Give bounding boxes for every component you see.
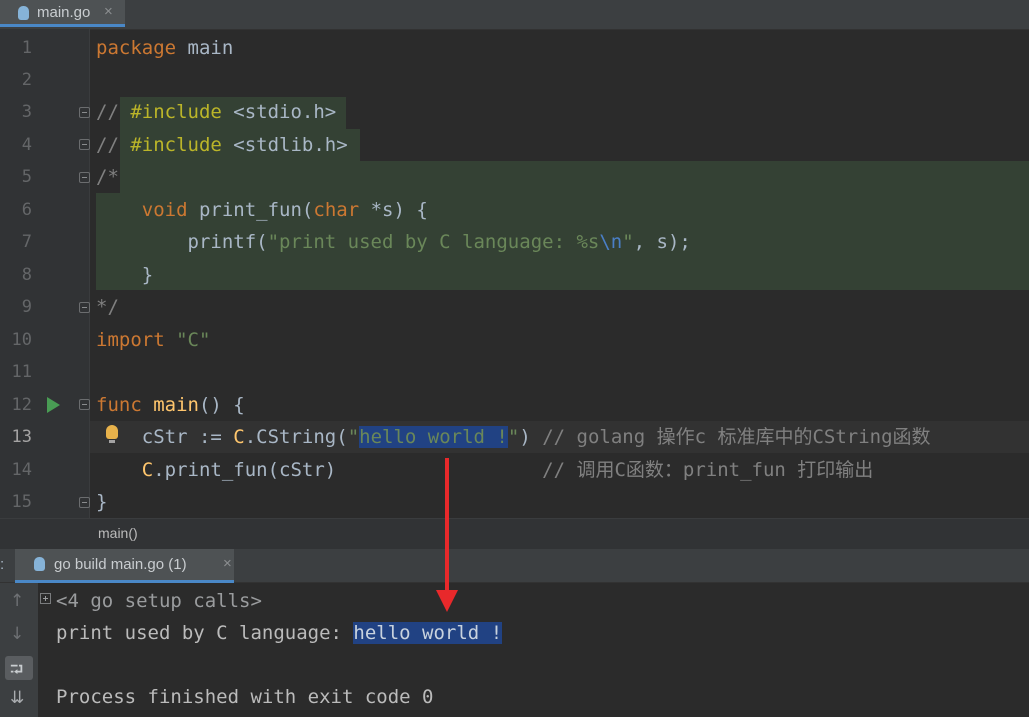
code-line-3: // #include <stdio.h> [96,96,336,128]
code-text: <stdlib.h> [221,134,348,156]
run-tab-label: go build main.go (1) [54,556,187,573]
code-line-7: printf("print used by C language: %s\n",… [96,226,691,258]
line-number: 6 [21,200,32,220]
soft-wrap-icon[interactable]: ⮒ [10,657,23,686]
console-text: print used by C language: [56,622,354,644]
breadcrumb-item-main[interactable]: main() [98,525,138,541]
code-text: .CString( [244,426,348,448]
string-literal: "print used by C language: %s [267,231,600,253]
tab-label: main.go [37,4,91,21]
line-number: 9 [21,297,32,317]
preprocessor-directive: #include [130,101,222,123]
code-text: cStr := [96,426,234,448]
line-number: 2 [21,70,32,90]
tab-go-build[interactable]: go build main.go (1) × [15,549,234,583]
comment-slashes: // [96,101,131,123]
code-line-14: C.print_fun(cStr) // 调用C函数：print_fun 打印输… [96,454,874,486]
code-text: ) [519,426,531,448]
code-line-9: */ [96,296,119,318]
gopher-run-icon [34,557,45,571]
breadcrumb: main() [0,518,1029,549]
scroll-to-end-icon[interactable]: ⇊ [10,688,24,708]
line-number: 14 [11,460,32,480]
tab-main-go[interactable]: main.go × [0,0,125,27]
line-number: 4 [21,135,32,155]
console-exit-line: Process finished with exit code 0 [56,686,434,708]
down-arrow-icon[interactable]: ↓ [10,624,24,644]
code-text: *s) { [359,199,428,221]
console-setup-calls[interactable]: <4 go setup calls> [56,585,262,617]
selected-string[interactable]: hello world ! [359,426,508,448]
line-number: 7 [21,232,32,252]
keyword: import [96,329,165,351]
line-number: 8 [21,265,32,285]
close-icon[interactable]: × [104,3,113,20]
string-literal: "C" [164,329,211,351]
comment-slashes: // [96,134,131,156]
annotation-arrow-shaft [445,458,449,594]
line-number: 1 [21,38,32,58]
line-number: 5 [21,167,32,187]
code-line-10: import "C" [96,324,210,356]
annotation-arrow-head [436,590,458,612]
code-text: () { [198,394,245,416]
editor-tab-bar [0,0,1029,30]
code-line-1: package main [96,32,233,64]
fold-marker-icon[interactable] [79,399,90,410]
comment-band-line-5 [120,161,1029,193]
preprocessor-directive: #include [130,134,222,156]
function-name: main [141,394,199,416]
fold-marker-icon[interactable] [79,302,90,313]
keyword: package [96,37,177,59]
code-line-15: } [96,491,108,513]
escape-sequence: \n [599,231,623,253]
line-number: 12 [11,395,32,415]
code-line-5: /* [96,166,119,188]
close-icon[interactable]: × [223,555,232,572]
code-text: print_fun( [187,199,314,221]
line-comment: // 调用C函数：print_fun 打印输出 [336,459,874,481]
code-line-12: func main() { [96,389,245,421]
console-selected-text[interactable]: hello world ! [353,622,503,644]
code-line-13[interactable]: cStr := C.CString("hello world !") // go… [96,421,931,453]
up-arrow-icon[interactable]: ↑ [10,591,24,611]
fold-marker-icon[interactable] [79,497,90,508]
code-line-8: } [96,264,154,286]
line-number: 15 [11,492,32,512]
string-literal: " [622,231,634,253]
console-line-output: print used by C language: hello world ! [56,617,503,649]
fold-marker-icon[interactable] [79,107,90,118]
run-window-prefix: : [0,556,5,573]
run-tool-window-header: : go build main.go (1) × [0,549,1029,583]
expand-plus-icon[interactable] [40,593,51,604]
code-text: .print_fun(cStr) [153,459,337,481]
code-text: <stdio.h> [221,101,337,123]
fold-marker-icon[interactable] [79,172,90,183]
line-number: 3 [21,102,32,122]
fold-marker-icon[interactable] [79,139,90,150]
run-play-icon[interactable] [47,397,60,413]
keyword: char [313,199,360,221]
c-package: C [96,459,154,481]
code-line-4: // #include <stdlib.h> [96,129,348,161]
c-package: C [233,426,245,448]
keyword: func [96,394,142,416]
gopher-file-icon [18,6,29,20]
code-text: printf( [96,231,268,253]
line-number: 11 [11,362,32,382]
string-quote: " [507,426,520,448]
keyword: void [141,199,188,221]
line-comment: // golang 操作c 标准库中的CString函数 [530,426,931,448]
code-text: main [176,37,234,59]
code-line-6: void print_fun(char *s) { [96,194,428,226]
line-number-current: 13 [11,427,32,447]
line-number: 10 [11,330,32,350]
string-quote: " [347,426,360,448]
code-text: , s); [633,231,691,253]
